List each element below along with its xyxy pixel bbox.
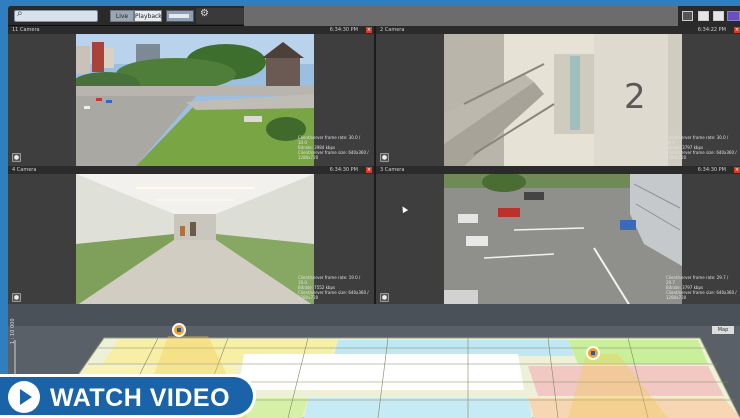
camera-menu-button[interactable]: ● [12,293,21,302]
overlay-line: Client/server frame size: 640x360 / 1280… [666,290,737,300]
camera-menu-button[interactable]: ● [380,293,389,302]
toolbar-strip [244,6,678,26]
gear-icon: ⚙ [200,8,209,19]
svg-text:2: 2 [624,77,646,117]
camera-timestamp: 6:34:22 PM [697,27,726,33]
stream-info-overlay: Client/server frame rate: 19.0 / 19.0 Bi… [298,275,370,300]
camera-timestamp: 6:34:30 PM [697,167,726,173]
layout-split-icon[interactable] [713,11,724,21]
layout-tool-button[interactable]: ⚙ [196,8,244,24]
search-input[interactable]: ⌕ [14,8,98,22]
watch-video-label: WATCH VIDEO [50,384,231,412]
search-icon: ⌕ [17,8,23,19]
camera-tile[interactable]: 11 Camera 6:34:30 PM × Client/server fra… [8,26,374,166]
vms-client-window: ⌕ Live Playback ⚙ 11 Camera 6:34:30 PM × [8,6,740,418]
close-icon[interactable]: × [366,27,372,33]
camera-tile[interactable]: 3 Camera 6:34:30 PM × Client/server fram… [376,166,740,306]
slider-fill [169,14,189,18]
camera-icon [177,328,181,332]
layout-single-icon[interactable] [682,11,693,21]
camera-name: 3 Camera [380,167,405,173]
camera-name: 4 Camera [12,167,37,173]
settings-icon[interactable] [727,11,740,21]
mode-live-toggle[interactable]: Live [110,10,134,22]
camera-video-feed: 2 [444,34,682,166]
camera-tile[interactable]: 4 Camera 6:34:30 PM × Client/server fram [8,166,374,306]
overlay-line: Client/server frame rate: 30.0 / 30.0 [666,135,729,145]
camera-map-pin[interactable] [586,346,600,360]
play-icon [8,381,40,413]
mode-playback-toggle[interactable]: Playback [134,10,162,22]
watch-video-button[interactable]: WATCH VIDEO [0,374,256,418]
overlay-line: Client/server frame size: 640x360 / 1280… [298,150,369,160]
overlay-line: Client/server frame size: 640x360 / 1280… [666,150,737,160]
overlay-line: Client/server frame rate: 30.0 / 30.0 [298,135,361,145]
tile-header: 2 Camera 6:34:22 PM × [376,26,740,34]
overlay-line: Client/server frame rate: 19.0 / 19.0 [298,275,361,285]
camera-timestamp: 6:34:30 PM [329,27,358,33]
camera-name: 2 Camera [380,27,405,33]
window-controls [678,6,740,26]
camera-video-feed [444,174,682,306]
camera-video-feed [76,34,314,166]
layout-grid-icon[interactable] [698,11,709,21]
stream-info-overlay: Client/server frame rate: 30.0 / 30.0 Bi… [298,135,370,160]
stream-info-overlay: Client/server frame rate: 30.0 / 30.0 Bi… [666,135,738,160]
stream-info-overlay: Client/server frame rate: 29.7 / 29.7 Bi… [666,275,738,300]
close-icon[interactable]: × [366,167,372,173]
close-icon[interactable]: × [734,27,740,33]
camera-menu-button[interactable]: ● [12,153,21,162]
tile-header: 3 Camera 6:34:30 PM × [376,166,740,174]
close-icon[interactable]: × [734,167,740,173]
time-slider-control[interactable] [166,10,194,22]
top-toolbar: ⌕ Live Playback ⚙ [8,6,740,26]
tile-header: 4 Camera 6:34:30 PM × [8,166,374,174]
overlay-line: Client/server frame rate: 29.7 / 29.7 [666,275,729,285]
camera-menu-button[interactable]: ● [380,153,389,162]
overlay-line: Client/server frame size: 640x360 / 1280… [298,290,369,300]
camera-timestamp: 6:34:30 PM [329,167,358,173]
camera-tile[interactable]: 2 Camera 6:34:22 PM × 2 Client/server fr… [376,26,740,166]
camera-icon [591,351,595,355]
tile-header: 11 Camera 6:34:30 PM × [8,26,374,34]
camera-name: 11 Camera [12,27,40,33]
camera-video-feed [76,174,314,306]
camera-map-pin[interactable] [172,323,186,337]
